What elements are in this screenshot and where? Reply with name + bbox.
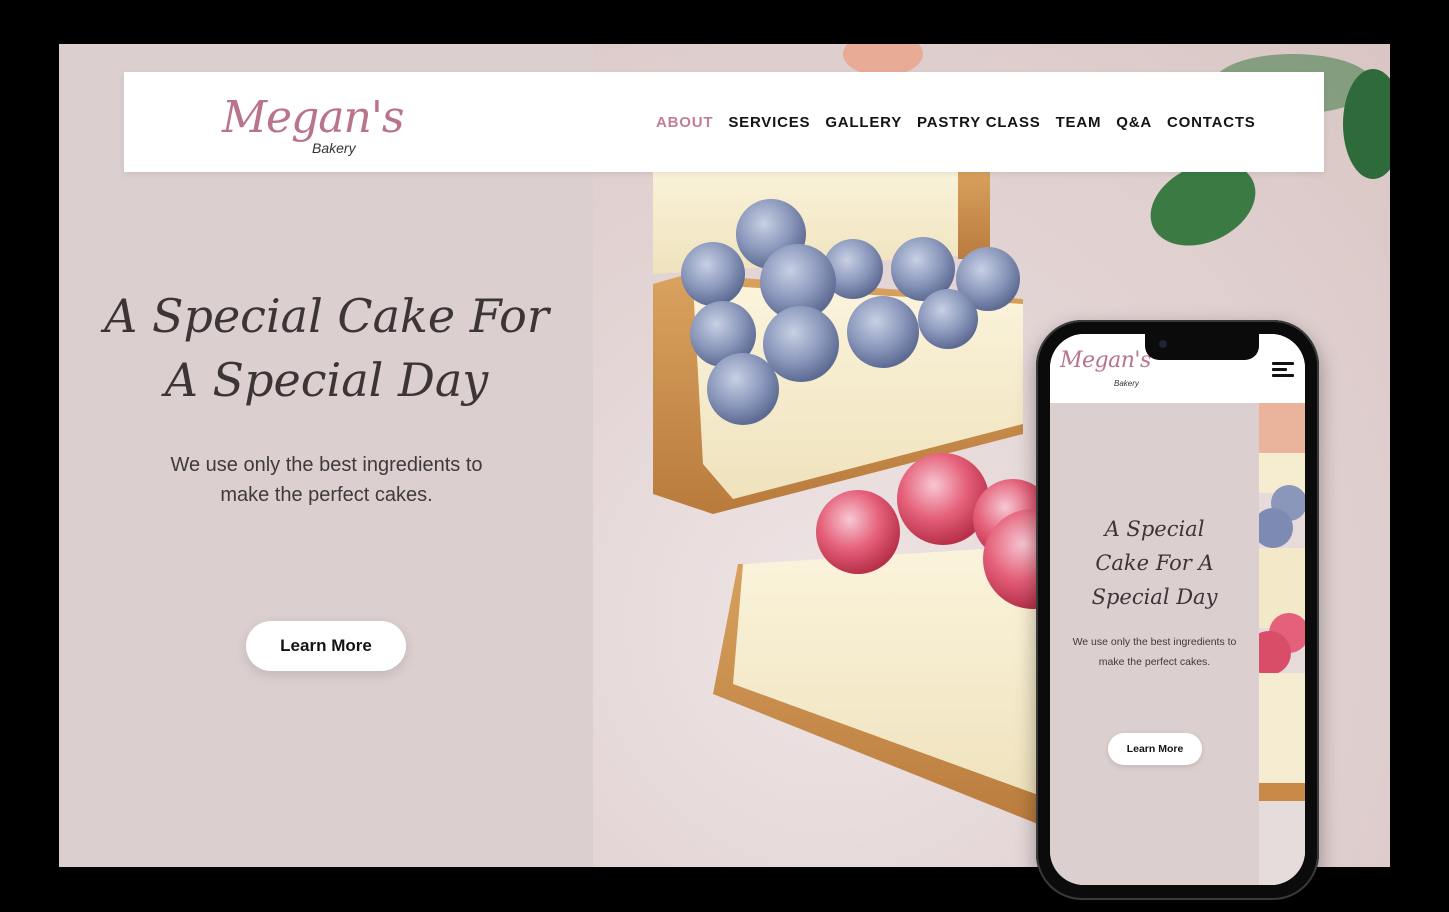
nav-item-pastry-class[interactable]: PASTRY CLASS <box>917 114 1041 131</box>
hero-description-line-1: We use only the best ingredients to <box>170 454 483 476</box>
mobile-title-line-2: Cake For A <box>1095 551 1214 575</box>
phone-notch <box>1145 334 1259 360</box>
brand-name: Megan's <box>222 92 405 143</box>
mobile-title-line-3: Special Day <box>1091 585 1218 609</box>
hamburger-menu-icon[interactable] <box>1272 362 1294 378</box>
phone-mockup: Megan's Bakery A Special Cake For A Spec… <box>1036 320 1319 900</box>
hamburger-bar <box>1272 362 1294 365</box>
nav-item-about[interactable]: ABOUT <box>656 114 713 131</box>
back-slice-crust <box>958 169 990 259</box>
hero-title: A Special Cake For A Special Day <box>99 284 554 412</box>
mobile-description-line-1: We use only the best ingredients to <box>1072 636 1237 648</box>
mobile-brand-subtitle: Bakery <box>1114 379 1139 388</box>
learn-more-button[interactable]: Learn More <box>246 621 406 671</box>
nav-item-contacts[interactable]: CONTACTS <box>1167 114 1256 131</box>
mobile-cheesecake-illustration <box>1259 403 1305 885</box>
mobile-hero-panel: A Special Cake For A Special Day We use … <box>1050 403 1259 885</box>
mobile-hero-description: We use only the best ingredients to make… <box>1058 632 1251 672</box>
nav-item-gallery[interactable]: GALLERY <box>825 114 902 131</box>
main-nav: ABOUT SERVICES GALLERY PASTRY CLASS TEAM… <box>656 114 1256 131</box>
mobile-hero-image <box>1259 403 1305 885</box>
mobile-learn-more-button[interactable]: Learn More <box>1108 733 1202 765</box>
hero-title-line-1: A Special Cake For <box>104 289 549 343</box>
hamburger-bar <box>1272 374 1294 377</box>
brand-subtitle: Bakery <box>312 140 356 156</box>
nav-item-services[interactable]: SERVICES <box>728 114 810 131</box>
mobile-description-line-2: make the perfect cakes. <box>1098 656 1211 668</box>
mobile-hero-title: A Special Cake For A Special Day <box>1050 512 1259 614</box>
nav-item-qa[interactable]: Q&A <box>1116 114 1152 131</box>
hero-title-line-2: A Special Day <box>164 353 489 407</box>
nav-item-team[interactable]: TEAM <box>1056 114 1102 131</box>
camera-icon <box>1159 340 1167 348</box>
top-navbar: Megan's Bakery ABOUT SERVICES GALLERY PA… <box>124 72 1324 172</box>
hamburger-bar <box>1272 368 1287 371</box>
mobile-title-line-1: A Special <box>1104 517 1205 541</box>
hero-description: We use only the best ingredients to make… <box>129 450 524 510</box>
phone-screen: Megan's Bakery A Special Cake For A Spec… <box>1050 334 1305 885</box>
brand-logo[interactable]: Megan's Bakery <box>222 90 405 160</box>
hero-description-line-2: make the perfect cakes. <box>220 484 433 506</box>
mobile-brand-name[interactable]: Megan's <box>1060 348 1151 373</box>
